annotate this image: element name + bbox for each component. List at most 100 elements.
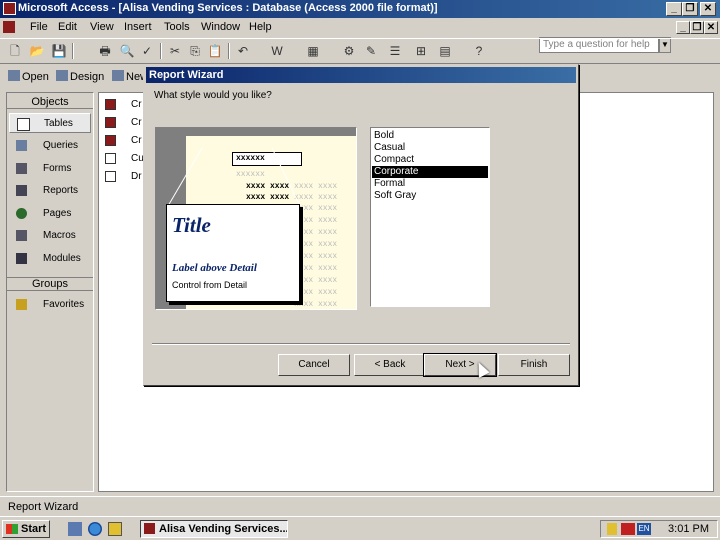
- paste-icon[interactable]: 📋: [206, 43, 224, 59]
- toolbar-separator: [228, 43, 230, 59]
- groups-header[interactable]: Groups: [7, 277, 93, 291]
- style-option-soft-gray[interactable]: Soft Gray: [372, 190, 488, 202]
- office-links-icon[interactable]: W: [268, 43, 286, 59]
- sidebar-item-label: Tables: [44, 118, 73, 129]
- query-icon: [16, 140, 27, 151]
- preview-zoom-card: Title Label above Detail Control from De…: [166, 204, 300, 302]
- style-option-formal[interactable]: Formal: [372, 178, 488, 190]
- objects-header[interactable]: Objects: [7, 96, 93, 109]
- show-desktop-icon[interactable]: [68, 522, 82, 536]
- status-bar: Report Wizard: [0, 496, 720, 517]
- app-title: Microsoft Access - [Alisa Vending Servic…: [18, 2, 438, 14]
- restore-button[interactable]: ❐: [682, 2, 698, 16]
- sidebar-item-queries[interactable]: Queries: [9, 136, 91, 156]
- open-button[interactable]: Open: [8, 70, 49, 83]
- list-item-label: Cr: [131, 99, 142, 110]
- tray-antivirus-icon[interactable]: [621, 523, 635, 535]
- wizard-divider: [152, 343, 570, 345]
- table-icon: [105, 171, 116, 182]
- access-app-icon: [144, 523, 155, 534]
- sidebar-item-label: Forms: [43, 163, 72, 174]
- toolbar-separator: [160, 43, 162, 59]
- print-icon[interactable]: 🖶: [96, 43, 114, 59]
- windows-logo-icon: [6, 524, 18, 534]
- style-list[interactable]: Bold Casual Compact Corporate Formal Sof…: [370, 127, 490, 307]
- outlook-express-icon[interactable]: [108, 522, 122, 536]
- new-object-icon: [112, 70, 124, 81]
- sidebar-item-modules[interactable]: Modules: [9, 249, 91, 269]
- sidebar-item-pages[interactable]: Pages: [9, 204, 91, 224]
- internet-explorer-icon[interactable]: [88, 522, 102, 536]
- taskbar-item-access[interactable]: Alisa Vending Services...: [140, 520, 288, 538]
- status-text: Report Wizard: [8, 501, 79, 513]
- report-icon: [16, 185, 27, 196]
- design-button[interactable]: Design: [56, 70, 104, 83]
- menu-help[interactable]: Help: [249, 21, 272, 33]
- sidebar-item-label: Favorites: [43, 299, 85, 310]
- back-button[interactable]: < Back: [354, 354, 426, 376]
- list-item-label: Cr: [131, 117, 142, 128]
- design-icon: [56, 70, 68, 81]
- menu-window[interactable]: Window: [201, 21, 240, 33]
- doc-restore-button[interactable]: ❐: [690, 21, 704, 34]
- wizard-icon: [105, 99, 116, 110]
- close-button[interactable]: ✕: [700, 2, 716, 16]
- print-preview-icon[interactable]: 🔍: [118, 43, 136, 59]
- new-icon[interactable]: 🗋: [6, 43, 24, 59]
- style-option-casual[interactable]: Casual: [372, 142, 488, 154]
- start-button[interactable]: Start: [2, 520, 50, 538]
- preview-control: Control from Detail: [172, 280, 248, 290]
- language-indicator[interactable]: EN: [637, 523, 651, 535]
- menu-bar: File Edit View Insert Tools Window Help …: [0, 18, 720, 53]
- clock: 3:01 PM: [668, 523, 709, 535]
- minimize-button[interactable]: _: [666, 2, 682, 16]
- copy-icon[interactable]: ⎘: [186, 43, 204, 59]
- preview-title: Title: [172, 213, 211, 237]
- sidebar-item-forms[interactable]: Forms: [9, 159, 91, 179]
- wizard-title: Report Wizard: [149, 69, 224, 81]
- style-option-corporate[interactable]: Corporate: [372, 166, 488, 178]
- finish-button[interactable]: Finish: [498, 354, 570, 376]
- tray-app-icon[interactable]: [607, 523, 617, 535]
- style-option-compact[interactable]: Compact: [372, 154, 488, 166]
- undo-icon[interactable]: ↶: [234, 43, 252, 59]
- wizard-icon: [105, 135, 116, 146]
- code-icon[interactable]: ⚙: [340, 43, 358, 59]
- preview-label: Label above Detail: [172, 262, 257, 274]
- wizard-title-bar[interactable]: Report Wizard: [146, 67, 576, 83]
- access-app-icon[interactable]: [3, 2, 16, 15]
- style-option-bold[interactable]: Bold: [372, 130, 488, 142]
- sidebar-item-favorites[interactable]: Favorites: [9, 295, 91, 315]
- favorites-icon: [16, 299, 27, 310]
- toolbar-separator: [72, 43, 74, 59]
- help-icon[interactable]: ?: [470, 43, 488, 59]
- relationships-icon[interactable]: ⊞: [412, 43, 430, 59]
- sidebar-item-macros[interactable]: Macros: [9, 226, 91, 246]
- sidebar-item-tables[interactable]: Tables: [9, 113, 91, 133]
- list-item-label: Dr: [131, 171, 142, 182]
- save-icon[interactable]: 💾: [50, 43, 68, 59]
- taskbar-item-label: Alisa Vending Services...: [159, 523, 288, 535]
- database-doc-icon[interactable]: [3, 21, 15, 33]
- new-object-icon[interactable]: ▤: [436, 43, 454, 59]
- design-button-label: Design: [70, 71, 105, 83]
- open-button-label: Open: [22, 71, 49, 83]
- menu-insert[interactable]: Insert: [124, 21, 152, 33]
- properties-icon[interactable]: ☰: [386, 43, 404, 59]
- menu-view[interactable]: View: [90, 21, 114, 33]
- cancel-button[interactable]: Cancel: [278, 354, 350, 376]
- sidebar-item-label: Reports: [43, 185, 79, 196]
- analyze-icon[interactable]: ▦: [304, 43, 322, 59]
- sidebar-item-reports[interactable]: Reports: [9, 181, 91, 201]
- menu-file[interactable]: File: [30, 21, 48, 33]
- doc-close-button[interactable]: ✕: [704, 21, 718, 34]
- open-icon[interactable]: 📂: [28, 43, 46, 59]
- menu-tools[interactable]: Tools: [164, 21, 190, 33]
- menu-edit[interactable]: Edit: [58, 21, 77, 33]
- cut-icon[interactable]: ✂: [166, 43, 184, 59]
- doc-minimize-button[interactable]: _: [676, 21, 690, 34]
- module-icon: [16, 253, 27, 264]
- script-icon[interactable]: ✎: [362, 43, 380, 59]
- page-icon: [16, 208, 27, 219]
- spelling-icon[interactable]: ✓: [138, 43, 156, 59]
